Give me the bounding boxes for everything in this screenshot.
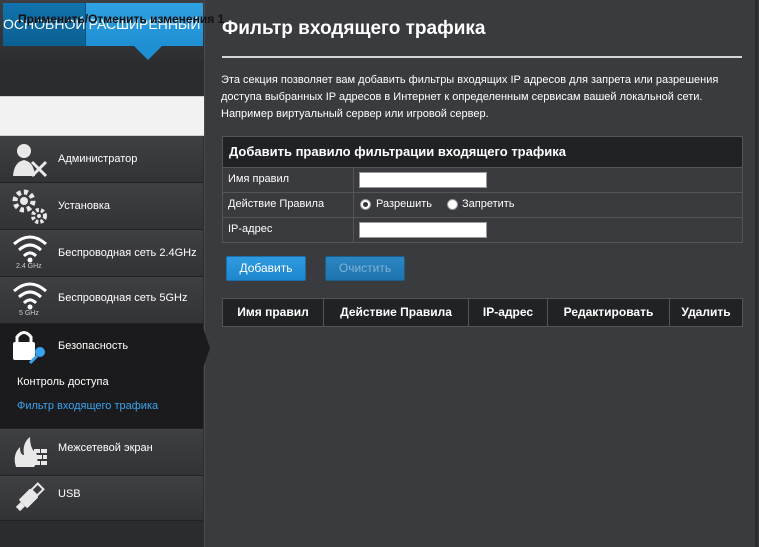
main-content: Фильтр входящего трафика Эта секция позв… xyxy=(204,0,759,547)
deny-radio-label[interactable]: Запретить xyxy=(462,198,515,210)
column-header-ip: IP-адрес xyxy=(469,299,548,326)
page-title: Фильтр входящего трафика xyxy=(222,18,486,39)
column-header-action: Действие Правила xyxy=(324,299,469,326)
deny-radio[interactable] xyxy=(447,199,458,210)
ip-label: IP-адрес xyxy=(228,223,273,235)
admin-tools-icon xyxy=(13,144,48,178)
page-description: Эта секция позволяет вам добавить фильтр… xyxy=(221,74,719,120)
allow-radio-label[interactable]: Разрешить xyxy=(376,198,432,210)
sidebar-item-usb[interactable]: USB xyxy=(0,476,203,521)
cell-divider xyxy=(353,218,354,242)
sidebar-item-label: Беспроводная сеть 2.4GHz xyxy=(58,247,197,259)
sidebar-item-firewall[interactable]: Межсетевой экран xyxy=(0,429,203,476)
column-header-rule-name: Имя правил xyxy=(223,299,324,326)
add-button[interactable]: Добавить xyxy=(226,256,306,281)
sidebar-item-label: Межсетевой экран xyxy=(58,442,153,454)
form-header-title: Добавить правило фильтрации входящего тр… xyxy=(229,144,566,159)
sidebar-item-label: Администратор xyxy=(58,153,138,165)
lock-key-icon xyxy=(13,331,45,365)
apply-changes-text: Применить/Отменить изменения xyxy=(18,12,215,26)
active-item-pointer xyxy=(203,328,210,368)
band-label: 5 GHz xyxy=(19,310,39,317)
form-row-ip: IP-адрес xyxy=(223,218,742,242)
column-header-edit: Редактировать xyxy=(548,299,670,326)
rule-name-label: Имя правил xyxy=(228,173,290,185)
form-row-rule-name: Имя правил xyxy=(223,168,742,193)
firewall-icon xyxy=(14,437,47,467)
pending-changes-count: 1 xyxy=(217,12,225,26)
sidebar-item-wireless-24[interactable]: 2.4 GHz Беспроводная сеть 2.4GHz xyxy=(0,230,203,277)
active-tab-pointer xyxy=(134,46,162,60)
add-rule-form: Добавить правило фильтрации входящего тр… xyxy=(222,136,743,243)
column-header-delete: Удалить xyxy=(681,305,731,319)
sidebar-footer xyxy=(0,521,203,547)
title-divider xyxy=(222,56,742,58)
sidebar-subitem-access-control[interactable]: Контроль доступа xyxy=(17,376,109,388)
sidebar-item-setup[interactable]: Установка xyxy=(0,183,203,230)
sidebar-item-admin[interactable]: Администратор xyxy=(0,136,203,183)
cell-divider xyxy=(353,193,354,217)
form-row-action: Действие Правила Разрешить Запретить xyxy=(223,193,742,218)
apply-changes-label[interactable]: Применить/Отменить изменения 1 xyxy=(18,12,224,26)
apply-changes-row[interactable] xyxy=(0,96,204,136)
band-label: 2.4 GHz xyxy=(16,263,42,270)
sidebar-item-label: Безопасность xyxy=(58,340,129,352)
rules-table-header: Имя правил Действие Правила IP-адрес Ред… xyxy=(222,298,743,327)
rule-name-input[interactable] xyxy=(359,172,487,188)
ip-address-input[interactable] xyxy=(359,222,487,238)
cell-divider xyxy=(353,168,354,192)
sidebar-item-label: USB xyxy=(58,488,81,500)
usb-icon xyxy=(15,482,45,512)
window-border xyxy=(755,0,758,547)
allow-radio[interactable] xyxy=(360,199,371,210)
clear-button[interactable]: Очистить xyxy=(325,256,405,281)
form-header: Добавить правило фильтрации входящего тр… xyxy=(223,137,742,168)
mode-tabs: ОСНОВНОЙ РАСШИРЕННЫЙ xyxy=(0,0,204,62)
sidebar: ОСНОВНОЙ РАСШИРЕННЫЙ Администратор Устан… xyxy=(0,0,210,547)
action-label: Действие Правила xyxy=(228,198,325,210)
sidebar-item-wireless-5[interactable]: 5 GHz Беспроводная сеть 5GHz xyxy=(0,277,203,324)
sidebar-item-label: Установка xyxy=(58,200,110,212)
sidebar-subitem-inbound-filter[interactable]: Фильтр входящего трафика xyxy=(17,400,158,412)
sidebar-item-label: Беспроводная сеть 5GHz xyxy=(58,292,188,304)
gears-icon xyxy=(12,189,47,224)
sidebar-item-security[interactable]: Безопасность Контроль доступа Фильтр вхо… xyxy=(0,324,203,429)
